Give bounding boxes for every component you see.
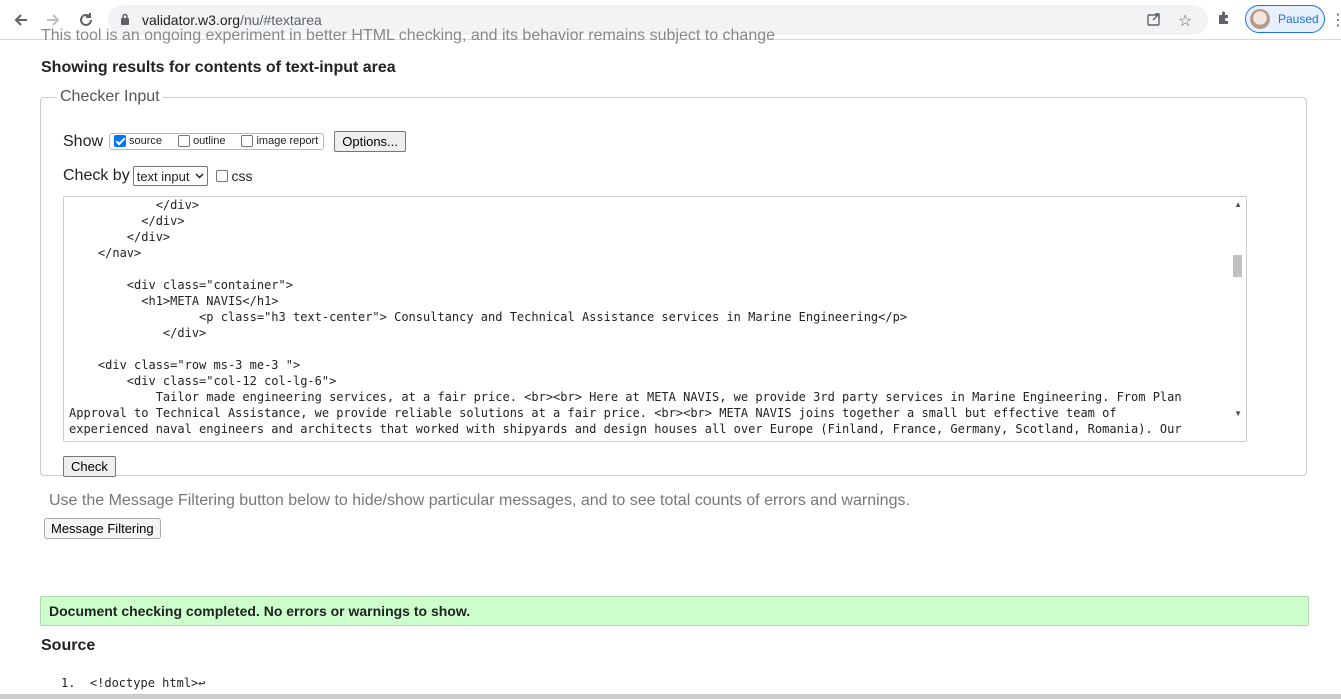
chevron-down-icon [195,173,204,179]
textarea-scrollbar[interactable]: ▲ ▼ [1230,197,1246,441]
image-report-checkbox[interactable] [241,135,254,147]
outline-checkbox[interactable] [178,135,191,147]
css-option[interactable]: css [216,168,252,184]
avatar [1250,9,1270,29]
code-line: </div> [69,230,171,244]
show-source-option[interactable]: source [114,135,162,147]
url-text: validator.w3.org/nu/#textarea [142,12,322,28]
source-checkbox[interactable] [114,135,127,147]
source-line: 1. <!doctype html>↩ [61,676,206,690]
extensions-icon[interactable] [1216,10,1232,31]
page-bottom-scrollbar[interactable] [0,694,1341,699]
code-line: </div> [69,214,185,228]
check-by-value: text input [136,168,190,184]
show-image-report-option[interactable]: image report [241,135,318,147]
code-line: Tailor made engineering services, at a f… [69,390,1182,404]
code-line: <p class="h3 text-center"> Consultancy a… [69,310,908,324]
show-outline-option[interactable]: outline [178,135,225,147]
scroll-down-icon[interactable]: ▼ [1234,409,1242,418]
source-label: source [129,135,163,147]
check-button[interactable]: Check [63,456,116,477]
checker-legend: Checker Input [60,88,160,105]
check-by-select[interactable]: text input [132,166,209,186]
results-title: Showing results for contents of text-inp… [41,59,396,76]
profile-button[interactable]: Paused [1245,5,1325,33]
code-line: <div class="col-12 col-lg-6"> [69,374,337,388]
source-textarea[interactable]: </div> </div> </div> </nav> <div class="… [63,196,1247,442]
show-options-group: source outline image report [109,133,325,150]
back-icon[interactable] [8,7,34,33]
css-label: css [231,168,253,184]
profile-status: Paused [1278,12,1319,26]
code-line: <div class="container"> [69,278,293,292]
checker-input-fieldset: Checker Input Show source outline image … [40,88,1307,477]
source-title: Source [41,637,96,654]
code-line: <div class="row ms-3 me-3 "> [69,358,301,372]
show-row: Show source outline image report Options… [63,131,406,152]
scrollbar-thumb[interactable] [1233,255,1242,277]
code-line: </div> [69,198,200,212]
code-line: </nav> [69,246,142,260]
options-button[interactable]: Options... [334,131,406,152]
message-filtering-button[interactable]: Message Filtering [44,518,161,539]
success-banner: Document checking completed. No errors o… [40,596,1309,626]
outline-label: outline [193,135,226,147]
code-line: Approval to Technical Assistance, we pro… [69,406,1117,420]
menu-dots-icon[interactable]: ⋮ [1330,10,1341,30]
check-by-row: Check by text input css [63,166,252,186]
code-line: <h1>META NAVIS</h1> [69,294,279,308]
scroll-up-icon[interactable]: ▲ [1234,200,1242,209]
check-by-label: Check by [63,167,130,184]
filter-note: Use the Message Filtering button below t… [49,492,910,509]
css-checkbox[interactable] [216,170,229,182]
code-line: </div> [69,326,207,340]
show-label: Show [63,132,104,150]
bookmark-star-icon[interactable]: ☆ [1178,11,1192,31]
share-icon[interactable] [1146,11,1162,32]
success-message: Document checking completed. No errors o… [49,603,471,619]
image-report-label: image report [256,135,319,147]
code-line: experienced naval engineers and architec… [69,422,1182,436]
intro-text: This tool is an ongoing experiment in be… [41,27,776,44]
